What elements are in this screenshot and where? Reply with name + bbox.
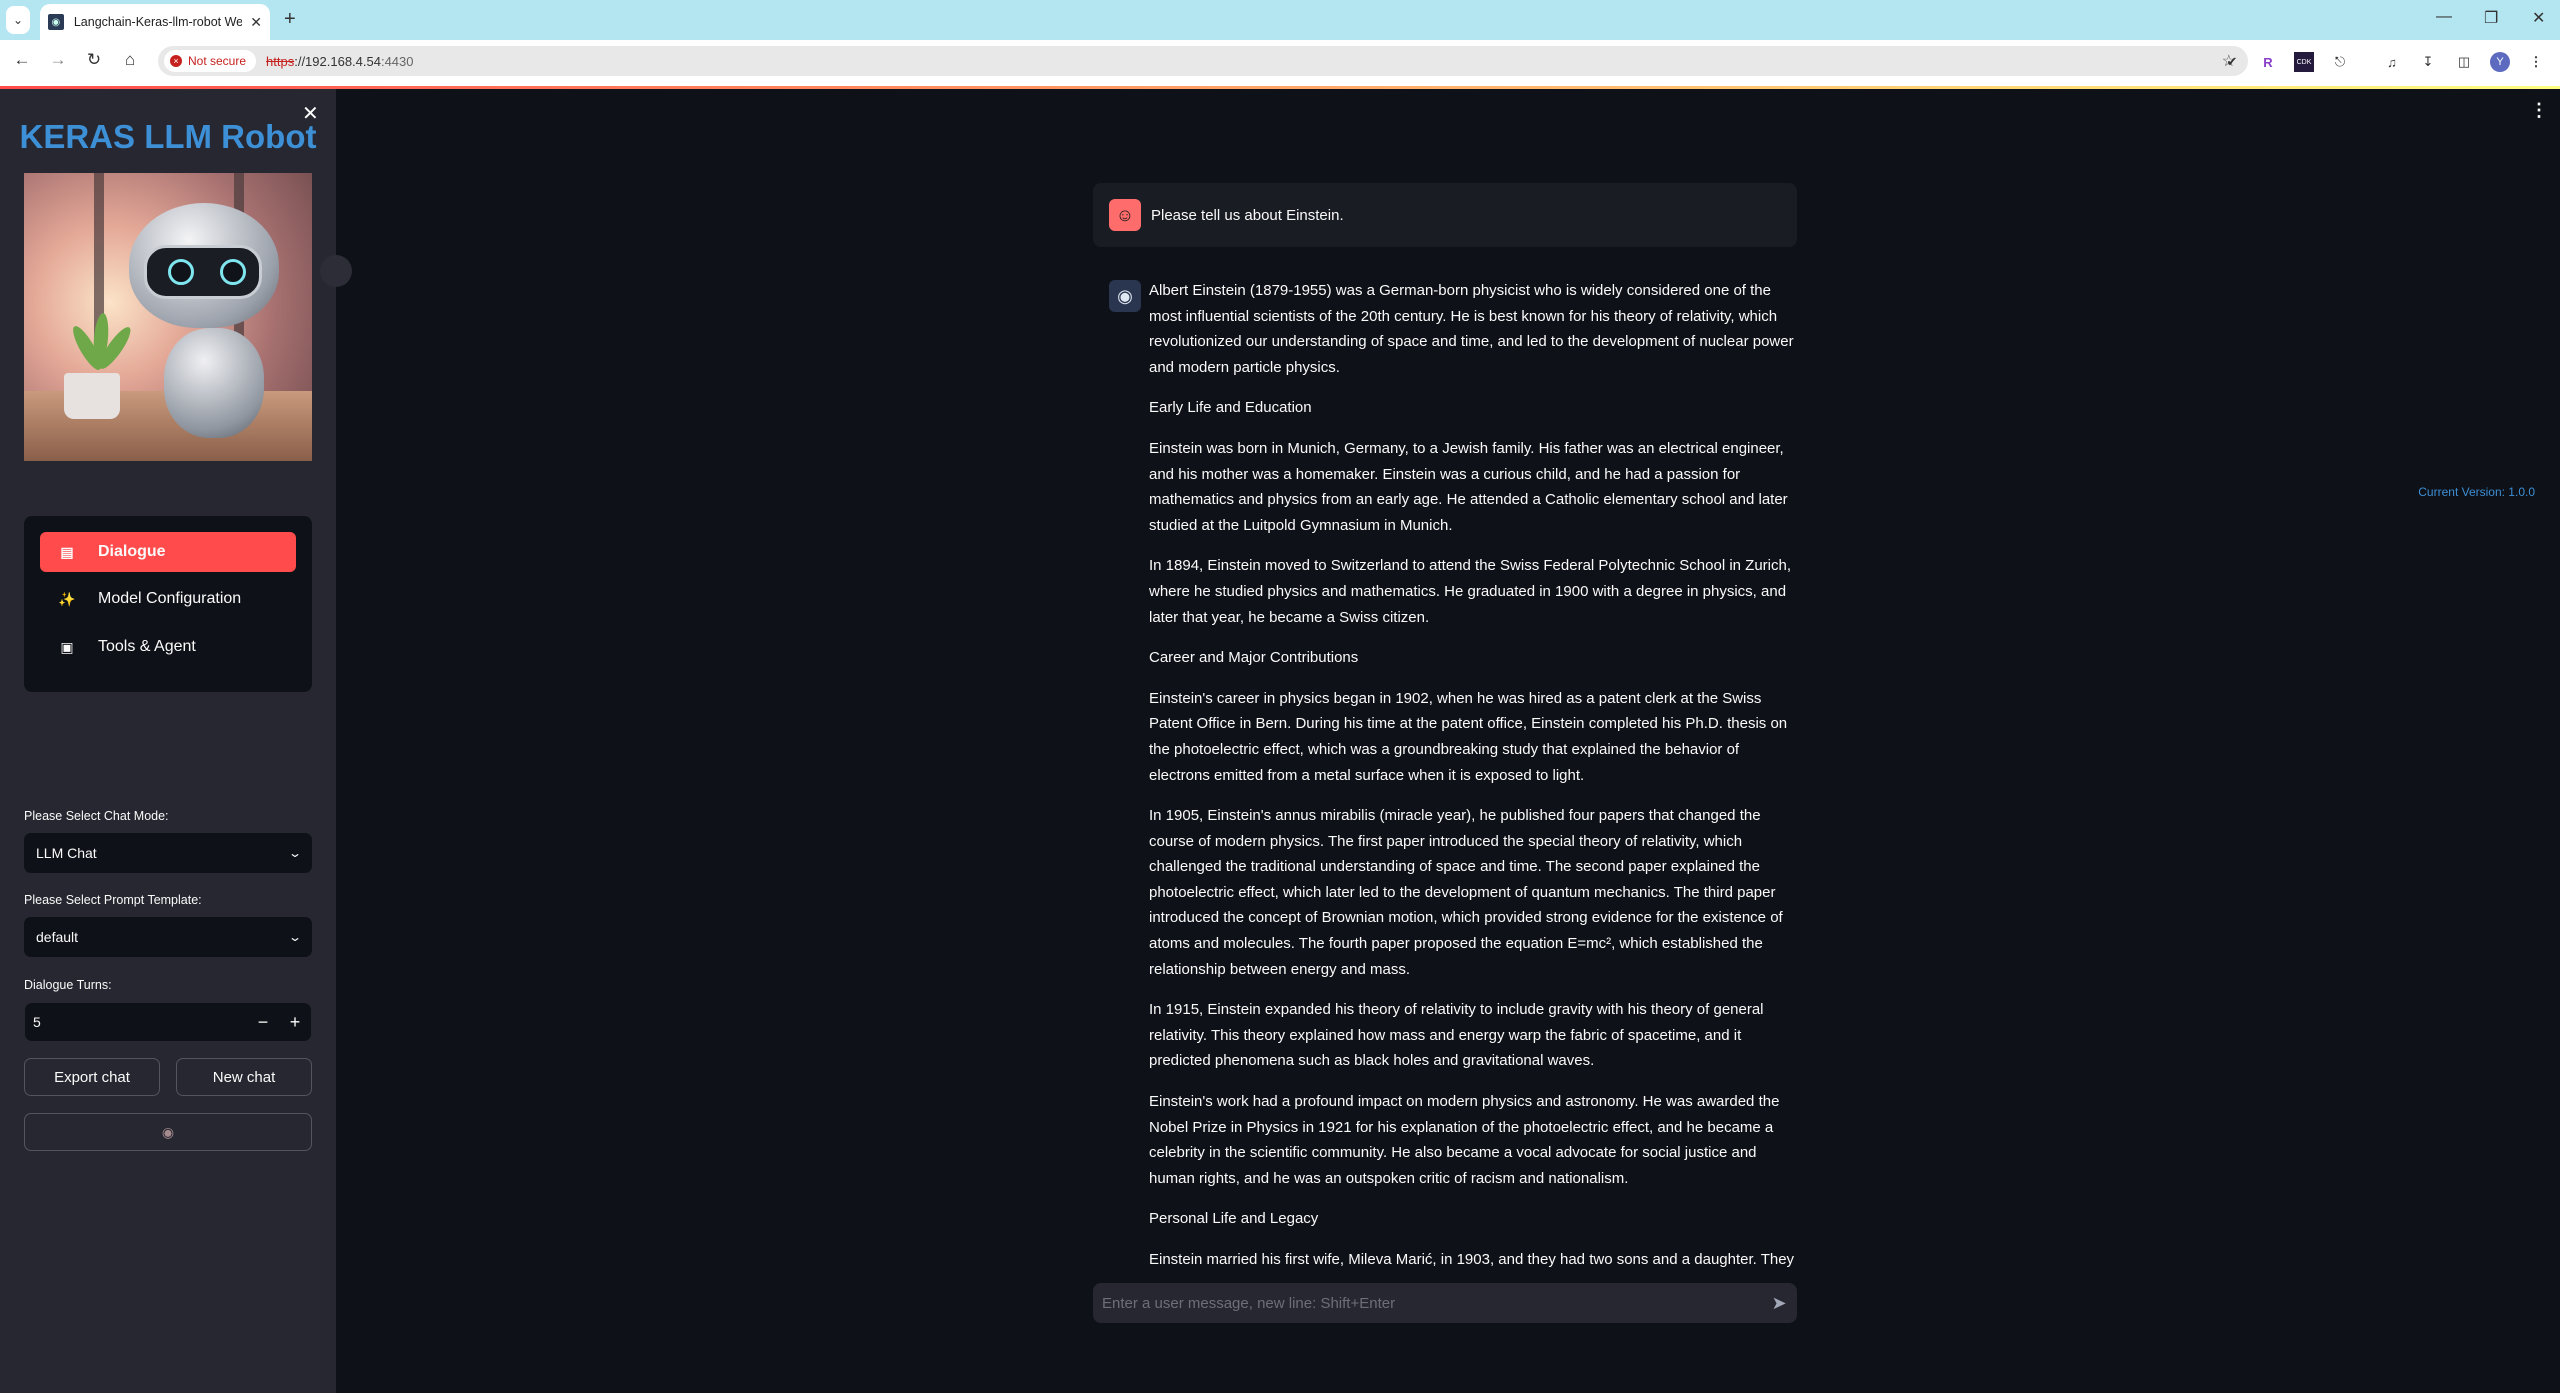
- section-heading: Career and Major Contributions: [1149, 649, 1359, 667]
- nav-item-model-configuration[interactable]: ✨ Model Configuration: [40, 579, 296, 619]
- robot-favicon-icon: ◉: [48, 14, 64, 30]
- version-label: Current Version: 1.0.0: [2418, 485, 2535, 499]
- message-paragraph: Albert Einstein (1879-1955) was a German…: [1149, 282, 1794, 376]
- tab-title: Langchain-Keras-llm-robot Web: [73, 15, 243, 29]
- back-icon[interactable]: ←: [10, 50, 34, 70]
- robot-avatar-icon: ◉: [1109, 280, 1141, 312]
- side-panel-icon[interactable]: ◫: [2454, 52, 2474, 72]
- security-indicator[interactable]: × Not secure: [164, 50, 257, 72]
- sidebar-resize-handle[interactable]: [320, 255, 352, 287]
- extension-checker-icon[interactable]: ✔: [2222, 52, 2242, 72]
- nav-item-label: Model Configuration: [98, 590, 242, 607]
- dialogue-turns-label: Dialogue Turns:: [24, 978, 112, 992]
- url-port: :4430: [380, 53, 414, 69]
- decrement-button[interactable]: −: [247, 1003, 279, 1041]
- home-icon[interactable]: ⌂: [118, 50, 142, 70]
- browser-toolbar: ← → ↻ ⌂ × Not secure https://192.168.4.5…: [0, 40, 2560, 86]
- chat-mode-label: Please Select Chat Mode:: [24, 809, 169, 823]
- navigation-menu: ▤ Dialogue ✨ Model Configuration ▣ Tools…: [24, 516, 312, 692]
- nav-item-label: Dialogue: [98, 543, 166, 560]
- app-title: KERAS LLM Robot: [19, 118, 317, 155]
- main-menu-icon[interactable]: ⋮: [2530, 100, 2548, 121]
- dialogue-turns-value[interactable]: 5: [33, 1014, 41, 1030]
- prompt-template-select[interactable]: default ⌄: [24, 917, 312, 957]
- minimize-icon[interactable]: —: [2436, 8, 2452, 26]
- chevron-down-icon: ⌄: [12, 13, 24, 27]
- browser-menu-icon[interactable]: ⋮: [2526, 52, 2546, 72]
- new-tab-button[interactable]: +: [284, 8, 296, 31]
- forward-icon[interactable]: →: [46, 50, 70, 70]
- message-paragraph: In 1905, Einstein's annus mirabilis (mir…: [1149, 807, 1783, 978]
- nav-item-dialogue[interactable]: ▤ Dialogue: [40, 532, 296, 572]
- warning-icon: ×: [170, 55, 182, 67]
- message-paragraph: Einstein was born in Munich, Germany, to…: [1149, 439, 1788, 534]
- user-message-text: Please tell us about Einstein.: [1151, 206, 1344, 224]
- url-scheme: https: [266, 53, 295, 69]
- prompt-template-value: default: [36, 929, 79, 945]
- palette-icon: ◉: [161, 1123, 175, 1140]
- address-bar[interactable]: × Not secure https://192.168.4.54:4430 ☆: [158, 46, 2248, 76]
- tab-search-button[interactable]: ⌄: [6, 6, 30, 34]
- assistant-message: Albert Einstein (1879-1955) was a German…: [1149, 278, 1797, 1272]
- user-message: ☺ Please tell us about Einstein.: [1093, 183, 1797, 247]
- theme-button[interactable]: ◉: [24, 1113, 312, 1151]
- message-paragraph: In 1915, Einstein expanded his theory of…: [1149, 1001, 1764, 1070]
- url-host: ://192.168.4.54: [294, 53, 381, 69]
- chat-icon: ▤: [60, 543, 74, 560]
- header-decoration-bar: [0, 86, 2560, 89]
- chat-input-box: ➤: [1093, 1283, 1797, 1323]
- message-paragraph: Einstein's career in physics began in 19…: [1149, 689, 1788, 784]
- chat-mode-select[interactable]: LLM Chat ⌄: [24, 833, 312, 873]
- send-icon[interactable]: ➤: [1761, 1293, 1797, 1314]
- chevron-down-icon: ⌄: [287, 846, 303, 860]
- magic-wand-icon: ✨: [58, 590, 76, 607]
- extension-cdk-icon[interactable]: CDK: [2294, 52, 2314, 72]
- new-chat-button[interactable]: New chat: [176, 1058, 312, 1096]
- profile-avatar[interactable]: Y: [2490, 52, 2510, 72]
- message-paragraph: Einstein married his first wife, Mileva …: [1149, 1251, 1795, 1268]
- chat-mode-value: LLM Chat: [36, 845, 97, 861]
- browser-tab[interactable]: ◉ Langchain-Keras-llm-robot Web ✕: [40, 4, 270, 40]
- extension-r-icon[interactable]: R: [2258, 52, 2278, 72]
- message-paragraph: In 1894, Einstein moved to Switzerland t…: [1149, 557, 1792, 626]
- close-tab-icon[interactable]: ✕: [250, 14, 262, 31]
- message-paragraph: Einstein's work had a profound impact on…: [1149, 1093, 1780, 1187]
- robot-logo-image: [24, 173, 312, 461]
- user-face-icon: ☺: [1109, 199, 1141, 231]
- extensions-puzzle-icon[interactable]: ⎋: [2330, 52, 2350, 72]
- chat-input[interactable]: [1102, 1294, 1761, 1312]
- archive-box-icon: ▣: [60, 638, 74, 655]
- chevron-down-icon: ⌄: [287, 930, 303, 944]
- nav-item-label: Tools & Agent: [98, 638, 196, 655]
- download-icon[interactable]: ↧: [2418, 52, 2438, 72]
- close-window-icon[interactable]: ✕: [2532, 8, 2545, 28]
- security-label: Not secure: [188, 54, 247, 68]
- section-heading: Personal Life and Legacy: [1149, 1210, 1319, 1228]
- media-control-icon[interactable]: ♫: [2382, 52, 2402, 72]
- nav-item-tools-agent[interactable]: ▣ Tools & Agent: [40, 627, 296, 667]
- export-chat-button[interactable]: Export chat: [24, 1058, 160, 1096]
- section-heading: Early Life and Education: [1149, 399, 1312, 417]
- restore-icon[interactable]: ❐: [2484, 8, 2498, 28]
- increment-button[interactable]: +: [279, 1003, 311, 1041]
- browser-tab-bar: ⌄ ◉ Langchain-Keras-llm-robot Web ✕ + — …: [0, 0, 2560, 40]
- prompt-template-label: Please Select Prompt Template:: [24, 893, 202, 907]
- reload-icon[interactable]: ↻: [82, 50, 106, 70]
- dialogue-turns-input[interactable]: 5 − +: [25, 1003, 311, 1041]
- url-text[interactable]: https://192.168.4.54:4430: [266, 54, 413, 69]
